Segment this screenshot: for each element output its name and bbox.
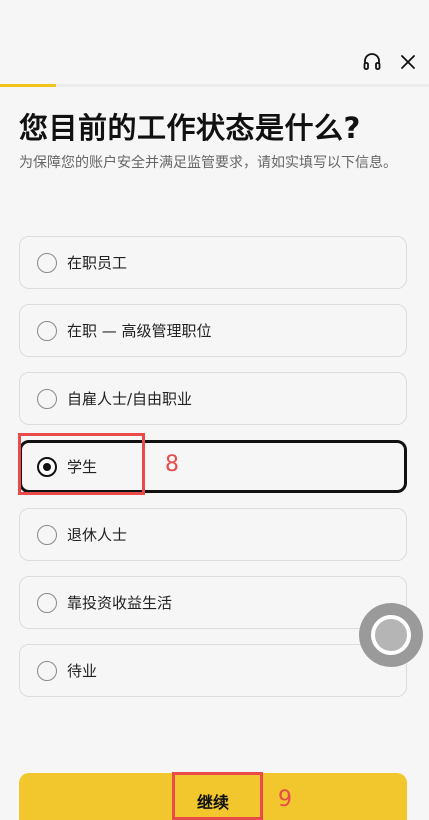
page-title: 您目前的工作状态是什么? [19, 111, 361, 145]
top-bar [361, 44, 419, 80]
option-label: 退休人士 [67, 526, 128, 544]
option-senior-management[interactable]: 在职 — 高级管理职位 [19, 304, 407, 357]
annotation-number-option: 8 [165, 452, 179, 477]
close-icon[interactable] [397, 51, 419, 73]
option-label: 在职员工 [67, 254, 128, 272]
progress-bar-fill [0, 84, 56, 87]
annotation-number-continue: 9 [278, 787, 292, 812]
radio-icon [37, 388, 57, 409]
option-self-employed[interactable]: 自雇人士/自由职业 [19, 372, 407, 425]
radio-icon [37, 660, 57, 681]
page: 您目前的工作状态是什么? 为保障您的账户安全并满足监管要求，请如实填写以下信息。… [0, 0, 429, 820]
radio-icon [37, 320, 57, 341]
option-employee[interactable]: 在职员工 [19, 236, 407, 289]
headset-icon[interactable] [361, 51, 383, 73]
option-label: 在职 — 高级管理职位 [67, 322, 212, 340]
annotation-box-option [18, 433, 145, 495]
option-retired[interactable]: 退休人士 [19, 508, 407, 561]
option-label: 靠投资收益生活 [67, 594, 173, 612]
progress-bar [0, 84, 429, 87]
radio-icon [37, 252, 57, 273]
ring-icon [371, 615, 411, 655]
annotation-box-continue [172, 772, 263, 820]
option-unemployed[interactable]: 待业 [19, 644, 407, 697]
radio-icon [37, 592, 57, 613]
page-subtitle: 为保障您的账户安全并满足监管要求，请如实填写以下信息。 [19, 155, 397, 171]
floating-assistant-button[interactable] [359, 603, 423, 667]
option-investment-income[interactable]: 靠投资收益生活 [19, 576, 407, 629]
option-label: 自雇人士/自由职业 [67, 390, 193, 408]
radio-icon [37, 524, 57, 545]
option-label: 待业 [67, 662, 98, 680]
